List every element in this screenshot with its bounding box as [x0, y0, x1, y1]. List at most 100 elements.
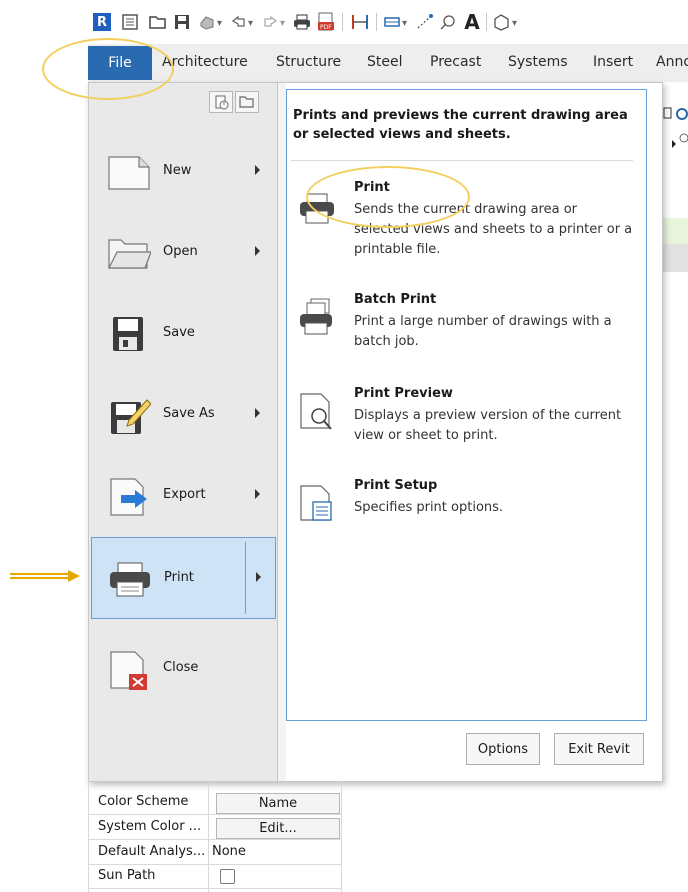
- save-icon[interactable]: [172, 11, 192, 33]
- column-gutter: [278, 83, 286, 781]
- menu-item-new[interactable]: New: [91, 131, 276, 213]
- property-name: System Color ...: [98, 819, 202, 834]
- submenu-arrow-icon: [255, 408, 260, 418]
- ribbon-tab-bar: File Architecture Structure Steel Precas…: [88, 44, 688, 82]
- menu-item-export[interactable]: Export: [91, 455, 276, 537]
- save-as-icon: [111, 399, 151, 434]
- properties-icon[interactable]: [120, 11, 140, 33]
- undo-icon[interactable]: ▾: [228, 11, 258, 33]
- tab-annotate[interactable]: Anno: [656, 54, 688, 70]
- submenu-arrow-icon[interactable]: [256, 572, 261, 582]
- text-icon[interactable]: A: [462, 10, 482, 34]
- menu-item-new-label: New: [163, 163, 192, 178]
- flyout-item-batch-print[interactable]: Batch Print Print a large number of draw…: [299, 292, 634, 352]
- open-documents-icon[interactable]: [235, 91, 259, 113]
- flyout-item-print-preview-title: Print Preview: [354, 386, 453, 401]
- property-name: Sun Path: [98, 868, 156, 883]
- canvas-remnant-gray: [662, 244, 688, 272]
- menu-item-print[interactable]: Print: [91, 537, 276, 619]
- revit-logo-letter: R: [93, 13, 111, 31]
- color-scheme-button[interactable]: Name: [216, 793, 340, 814]
- svg-text:▾: ▾: [217, 18, 222, 29]
- flyout-item-print-preview-desc: Displays a preview version of the curren…: [354, 408, 622, 443]
- submenu-arrow-icon: [255, 489, 260, 499]
- split-divider: [245, 542, 246, 614]
- flyout-header: Prints and previews the current drawing …: [293, 108, 628, 142]
- toolbar-separator: [376, 13, 377, 31]
- tab-structure[interactable]: Structure: [276, 54, 341, 70]
- menu-item-save[interactable]: Save: [91, 293, 276, 375]
- flyout-item-print-preview[interactable]: Print Preview Displays a preview version…: [299, 386, 634, 446]
- menu-item-save-as[interactable]: Save As: [91, 374, 276, 456]
- svg-text:PDF: PDF: [320, 24, 332, 31]
- 3d-view-icon[interactable]: ▾: [492, 11, 522, 33]
- svg-text:▾: ▾: [512, 18, 517, 29]
- tab-insert[interactable]: Insert: [593, 54, 633, 70]
- redo-icon[interactable]: ▾: [260, 11, 290, 33]
- export-icon: [110, 478, 147, 516]
- flyout-item-batch-print-desc: Print a large number of drawings with a …: [354, 314, 612, 349]
- measure-icon[interactable]: [350, 11, 370, 33]
- property-row-default-analysis: Default Analys... None: [88, 842, 342, 865]
- dimension-icon[interactable]: ▾: [382, 11, 412, 33]
- property-row-color-scheme: Color Scheme Name: [88, 792, 342, 815]
- sun-path-checkbox[interactable]: [220, 869, 235, 884]
- open-icon[interactable]: [148, 11, 168, 33]
- flyout-item-print-setup-title: Print Setup: [354, 478, 438, 493]
- property-row-sun-path: Sun Path: [88, 866, 342, 889]
- floppy-disk-icon: [113, 317, 143, 351]
- recent-documents-icon[interactable]: [209, 91, 233, 113]
- pointer-arrow-icon: [10, 570, 80, 582]
- printer-icon: [110, 562, 150, 597]
- svg-text:▾: ▾: [402, 18, 407, 29]
- quick-access-toolbar: R ▾ ▾ ▾ PDF ▾ A ▾: [88, 0, 688, 44]
- submenu-arrow-icon: [255, 165, 260, 175]
- highlight-file-tab: [42, 38, 174, 100]
- flyout-divider: [291, 160, 633, 161]
- menu-item-save-as-label: Save As: [163, 406, 215, 421]
- print-icon[interactable]: [292, 11, 312, 33]
- tag-icon[interactable]: [438, 11, 458, 33]
- tab-architecture[interactable]: Architecture: [162, 54, 248, 70]
- property-name: Color Scheme: [98, 794, 189, 809]
- revit-logo-icon[interactable]: R: [92, 11, 112, 33]
- flyout-item-print-setup[interactable]: Print Setup Specifies print options.: [299, 478, 634, 528]
- menu-item-open-label: Open: [163, 244, 198, 259]
- menu-item-print-label: Print: [164, 570, 194, 585]
- print-preview-icon: [300, 393, 332, 430]
- options-button[interactable]: Options: [466, 733, 540, 765]
- sync-icon[interactable]: ▾: [196, 11, 226, 33]
- property-row-system-color: System Color ... Edit...: [88, 817, 342, 840]
- flyout-item-batch-print-title: Batch Print: [354, 292, 437, 307]
- close-document-icon: [110, 651, 147, 690]
- default-analysis-value[interactable]: None: [212, 844, 246, 859]
- canvas-remnant-band: [662, 218, 688, 244]
- svg-text:▾: ▾: [280, 18, 285, 29]
- new-document-icon: [108, 156, 150, 190]
- canvas-remnant-icons: [662, 100, 688, 148]
- system-color-edit-button[interactable]: Edit...: [216, 818, 340, 839]
- highlight-print-option: [306, 166, 470, 228]
- spot-icon[interactable]: [414, 11, 436, 33]
- property-name: Default Analys...: [98, 844, 206, 859]
- toolbar-separator: [486, 13, 487, 31]
- open-folder-icon: [108, 239, 151, 269]
- menu-item-export-label: Export: [163, 487, 206, 502]
- tab-precast[interactable]: Precast: [430, 54, 481, 70]
- recent-open-toggle: [209, 91, 259, 113]
- export-pdf-icon[interactable]: PDF: [316, 11, 336, 33]
- menu-item-open[interactable]: Open: [91, 212, 276, 294]
- menu-item-close-label: Close: [163, 660, 199, 675]
- svg-text:▾: ▾: [248, 18, 253, 29]
- exit-revit-button[interactable]: Exit Revit: [554, 733, 644, 765]
- menu-item-close[interactable]: Close: [91, 628, 276, 710]
- flyout-item-print-setup-desc: Specifies print options.: [354, 500, 504, 515]
- tab-systems[interactable]: Systems: [508, 54, 568, 70]
- menu-item-save-label: Save: [163, 325, 195, 340]
- toolbar-separator: [342, 13, 343, 31]
- app-menu-left-column: New Open Save Save As Export Print Close: [89, 83, 277, 781]
- batch-print-icon: [300, 298, 332, 335]
- tab-steel[interactable]: Steel: [367, 54, 403, 70]
- submenu-arrow-icon: [255, 246, 260, 256]
- print-setup-icon: [300, 485, 332, 521]
